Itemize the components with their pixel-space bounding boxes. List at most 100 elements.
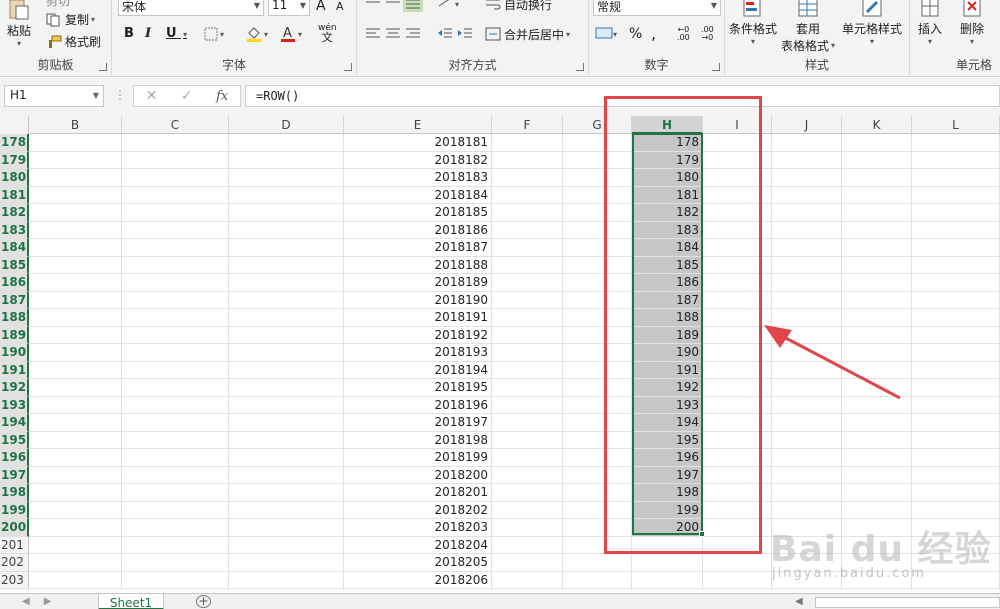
copy-button[interactable]: 复制 ▾ (46, 11, 95, 28)
cell-c[interactable] (122, 204, 229, 222)
row-header[interactable]: 179 (0, 151, 29, 169)
cell-e[interactable]: 2018202 (344, 501, 492, 519)
cell-l[interactable] (912, 309, 1000, 327)
cell-k[interactable] (842, 344, 912, 362)
cell-g[interactable] (563, 554, 632, 572)
increase-indent-button[interactable] (457, 27, 473, 43)
cell-d[interactable] (229, 519, 344, 537)
cell-k[interactable] (842, 484, 912, 502)
cell-e[interactable]: 2018187 (344, 239, 492, 257)
cell-i[interactable] (703, 571, 772, 589)
cell-g[interactable] (563, 221, 632, 239)
column-header-g[interactable]: G (563, 116, 632, 134)
name-box[interactable]: H1 ▼ (4, 85, 104, 107)
cell-k[interactable] (842, 326, 912, 344)
cell-j[interactable] (772, 484, 842, 502)
row-header[interactable]: 182 (0, 204, 29, 222)
column-header-f[interactable]: F (492, 116, 563, 134)
cell-c[interactable] (122, 554, 229, 572)
align-center-button[interactable] (385, 27, 401, 43)
cell-k[interactable] (842, 536, 912, 554)
cell-k[interactable] (842, 256, 912, 274)
cell-e[interactable]: 2018186 (344, 221, 492, 239)
cell-c[interactable] (122, 519, 229, 537)
comma-button[interactable]: , (651, 24, 656, 43)
row-header[interactable]: 194 (0, 414, 29, 432)
cell-d[interactable] (229, 221, 344, 239)
cell-d[interactable] (229, 431, 344, 449)
cell-h[interactable]: 200 (632, 519, 703, 537)
cell-k[interactable] (842, 519, 912, 537)
cell-d[interactable] (229, 449, 344, 467)
cell-e[interactable]: 2018192 (344, 326, 492, 344)
cell-j[interactable] (772, 379, 842, 397)
cell-h[interactable] (632, 536, 703, 554)
cell-h[interactable] (632, 554, 703, 572)
cell-l[interactable] (912, 134, 1000, 152)
worksheet-grid[interactable]: BCDEFGHIJKL 178 2018181 178 179 2018182 179 18… (0, 116, 1000, 593)
cell-e[interactable]: 2018190 (344, 291, 492, 309)
cell-e[interactable]: 2018206 (344, 571, 492, 589)
cell-h[interactable]: 195 (632, 431, 703, 449)
cell-d[interactable] (229, 344, 344, 362)
cell-j[interactable] (772, 326, 842, 344)
cell-h[interactable]: 199 (632, 501, 703, 519)
cell-k[interactable] (842, 291, 912, 309)
cell-c[interactable] (122, 239, 229, 257)
cell-k[interactable] (842, 134, 912, 152)
alignment-launcher-icon[interactable] (576, 63, 584, 71)
increase-decimal-button[interactable]: ←0.00 (677, 26, 690, 42)
cell-g[interactable] (563, 204, 632, 222)
cell-i[interactable] (703, 274, 772, 292)
cell-e[interactable]: 2018184 (344, 186, 492, 204)
cell-c[interactable] (122, 274, 229, 292)
row-header[interactable]: 202 (0, 554, 29, 572)
cell-j[interactable] (772, 571, 842, 589)
cell-l[interactable] (912, 239, 1000, 257)
row-header[interactable]: 192 (0, 379, 29, 397)
cell-b[interactable] (29, 239, 122, 257)
cell-j[interactable] (772, 344, 842, 362)
row-header[interactable]: 185 (0, 256, 29, 274)
cell-g[interactable] (563, 414, 632, 432)
cell-k[interactable] (842, 554, 912, 572)
cell-k[interactable] (842, 379, 912, 397)
cell-f[interactable] (492, 519, 563, 537)
conditional-format-button[interactable]: 条件格式 ▾ (729, 0, 777, 46)
cell-j[interactable] (772, 186, 842, 204)
cell-l[interactable] (912, 186, 1000, 204)
cell-g[interactable] (563, 326, 632, 344)
cell-c[interactable] (122, 449, 229, 467)
add-sheet-icon[interactable]: + (196, 595, 211, 608)
cell-h[interactable]: 186 (632, 274, 703, 292)
cell-e[interactable]: 2018197 (344, 414, 492, 432)
cell-e[interactable]: 2018191 (344, 309, 492, 327)
cell-b[interactable] (29, 554, 122, 572)
cell-c[interactable] (122, 169, 229, 187)
cell-i[interactable] (703, 379, 772, 397)
cell-j[interactable] (772, 431, 842, 449)
column-header-b[interactable]: B (29, 116, 122, 134)
cell-j[interactable] (772, 309, 842, 327)
cell-h[interactable]: 196 (632, 449, 703, 467)
copy-dropdown-icon[interactable]: ▾ (91, 15, 95, 24)
cell-l[interactable] (912, 274, 1000, 292)
select-all-corner[interactable] (0, 116, 29, 134)
cell-l[interactable] (912, 519, 1000, 537)
cell-l[interactable] (912, 536, 1000, 554)
cell-c[interactable] (122, 151, 229, 169)
cell-h[interactable]: 180 (632, 169, 703, 187)
cell-f[interactable] (492, 554, 563, 572)
merge-center-button[interactable]: 合并后居中 ▾ (485, 26, 570, 43)
cell-j[interactable] (772, 396, 842, 414)
sheet-tab[interactable]: Sheet1 (98, 594, 164, 609)
cell-c[interactable] (122, 571, 229, 589)
percent-button[interactable]: % (629, 26, 642, 42)
cell-f[interactable] (492, 151, 563, 169)
cell-l[interactable] (912, 414, 1000, 432)
cut-button[interactable]: 剪切 (46, 0, 70, 9)
row-header[interactable]: 181 (0, 186, 29, 204)
cell-g[interactable] (563, 291, 632, 309)
cell-j[interactable] (772, 151, 842, 169)
accounting-format-button[interactable]: ▾ (595, 26, 617, 42)
